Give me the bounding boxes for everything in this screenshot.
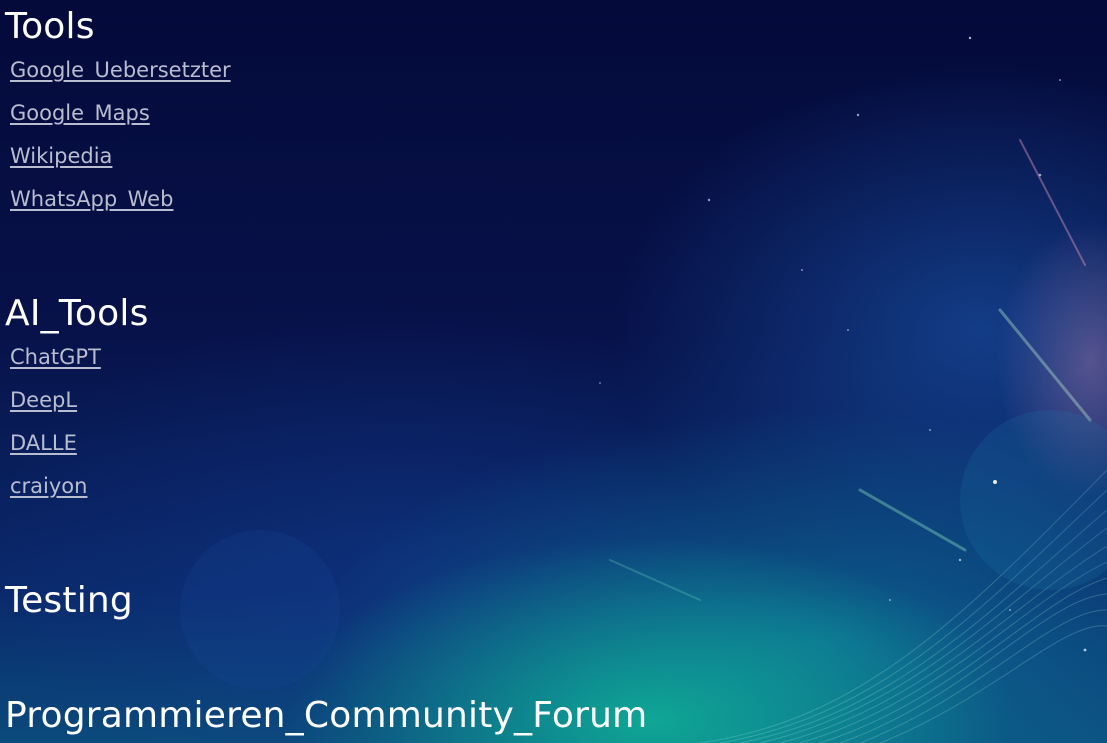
list-item: DALLE [10, 429, 1107, 472]
link-deepl[interactable]: DeepL [10, 388, 77, 412]
section-ai-tools: AI_Tools ChatGPT DeepL DALLE craiyon [5, 292, 1107, 579]
list-item: Google_Maps [10, 99, 1107, 142]
link-craiyon[interactable]: craiyon [10, 474, 87, 498]
link-dalle[interactable]: DALLE [10, 431, 77, 455]
section-testing: Testing [5, 579, 1107, 694]
list-item: Google_Uebersetzter [10, 56, 1107, 99]
section-tools: Tools Google_Uebersetzter Google_Maps Wi… [5, 5, 1107, 292]
link-list-ai-tools: ChatGPT DeepL DALLE craiyon [10, 343, 1107, 515]
section-heading-tools: Tools [5, 6, 95, 47]
link-chatgpt[interactable]: ChatGPT [10, 345, 101, 369]
page-content: Tools Google_Uebersetzter Google_Maps Wi… [0, 0, 1107, 738]
link-google-uebersetzter[interactable]: Google_Uebersetzter [10, 58, 231, 82]
list-item: WhatsApp_Web [10, 185, 1107, 228]
section-heading-programmieren-community-forum: Programmieren_Community_Forum [5, 695, 648, 736]
list-item: ChatGPT [10, 343, 1107, 386]
section-heading-ai-tools: AI_Tools [5, 293, 149, 334]
list-item: craiyon [10, 472, 1107, 515]
link-wikipedia[interactable]: Wikipedia [10, 144, 112, 168]
list-item: DeepL [10, 386, 1107, 429]
link-google-maps[interactable]: Google_Maps [10, 101, 150, 125]
link-list-tools: Google_Uebersetzter Google_Maps Wikipedi… [10, 56, 1107, 228]
section-heading-testing: Testing [5, 580, 133, 621]
link-whatsapp-web[interactable]: WhatsApp_Web [10, 187, 173, 211]
section-programmieren-community-forum: Programmieren_Community_Forum [5, 694, 1107, 738]
list-item: Wikipedia [10, 142, 1107, 185]
